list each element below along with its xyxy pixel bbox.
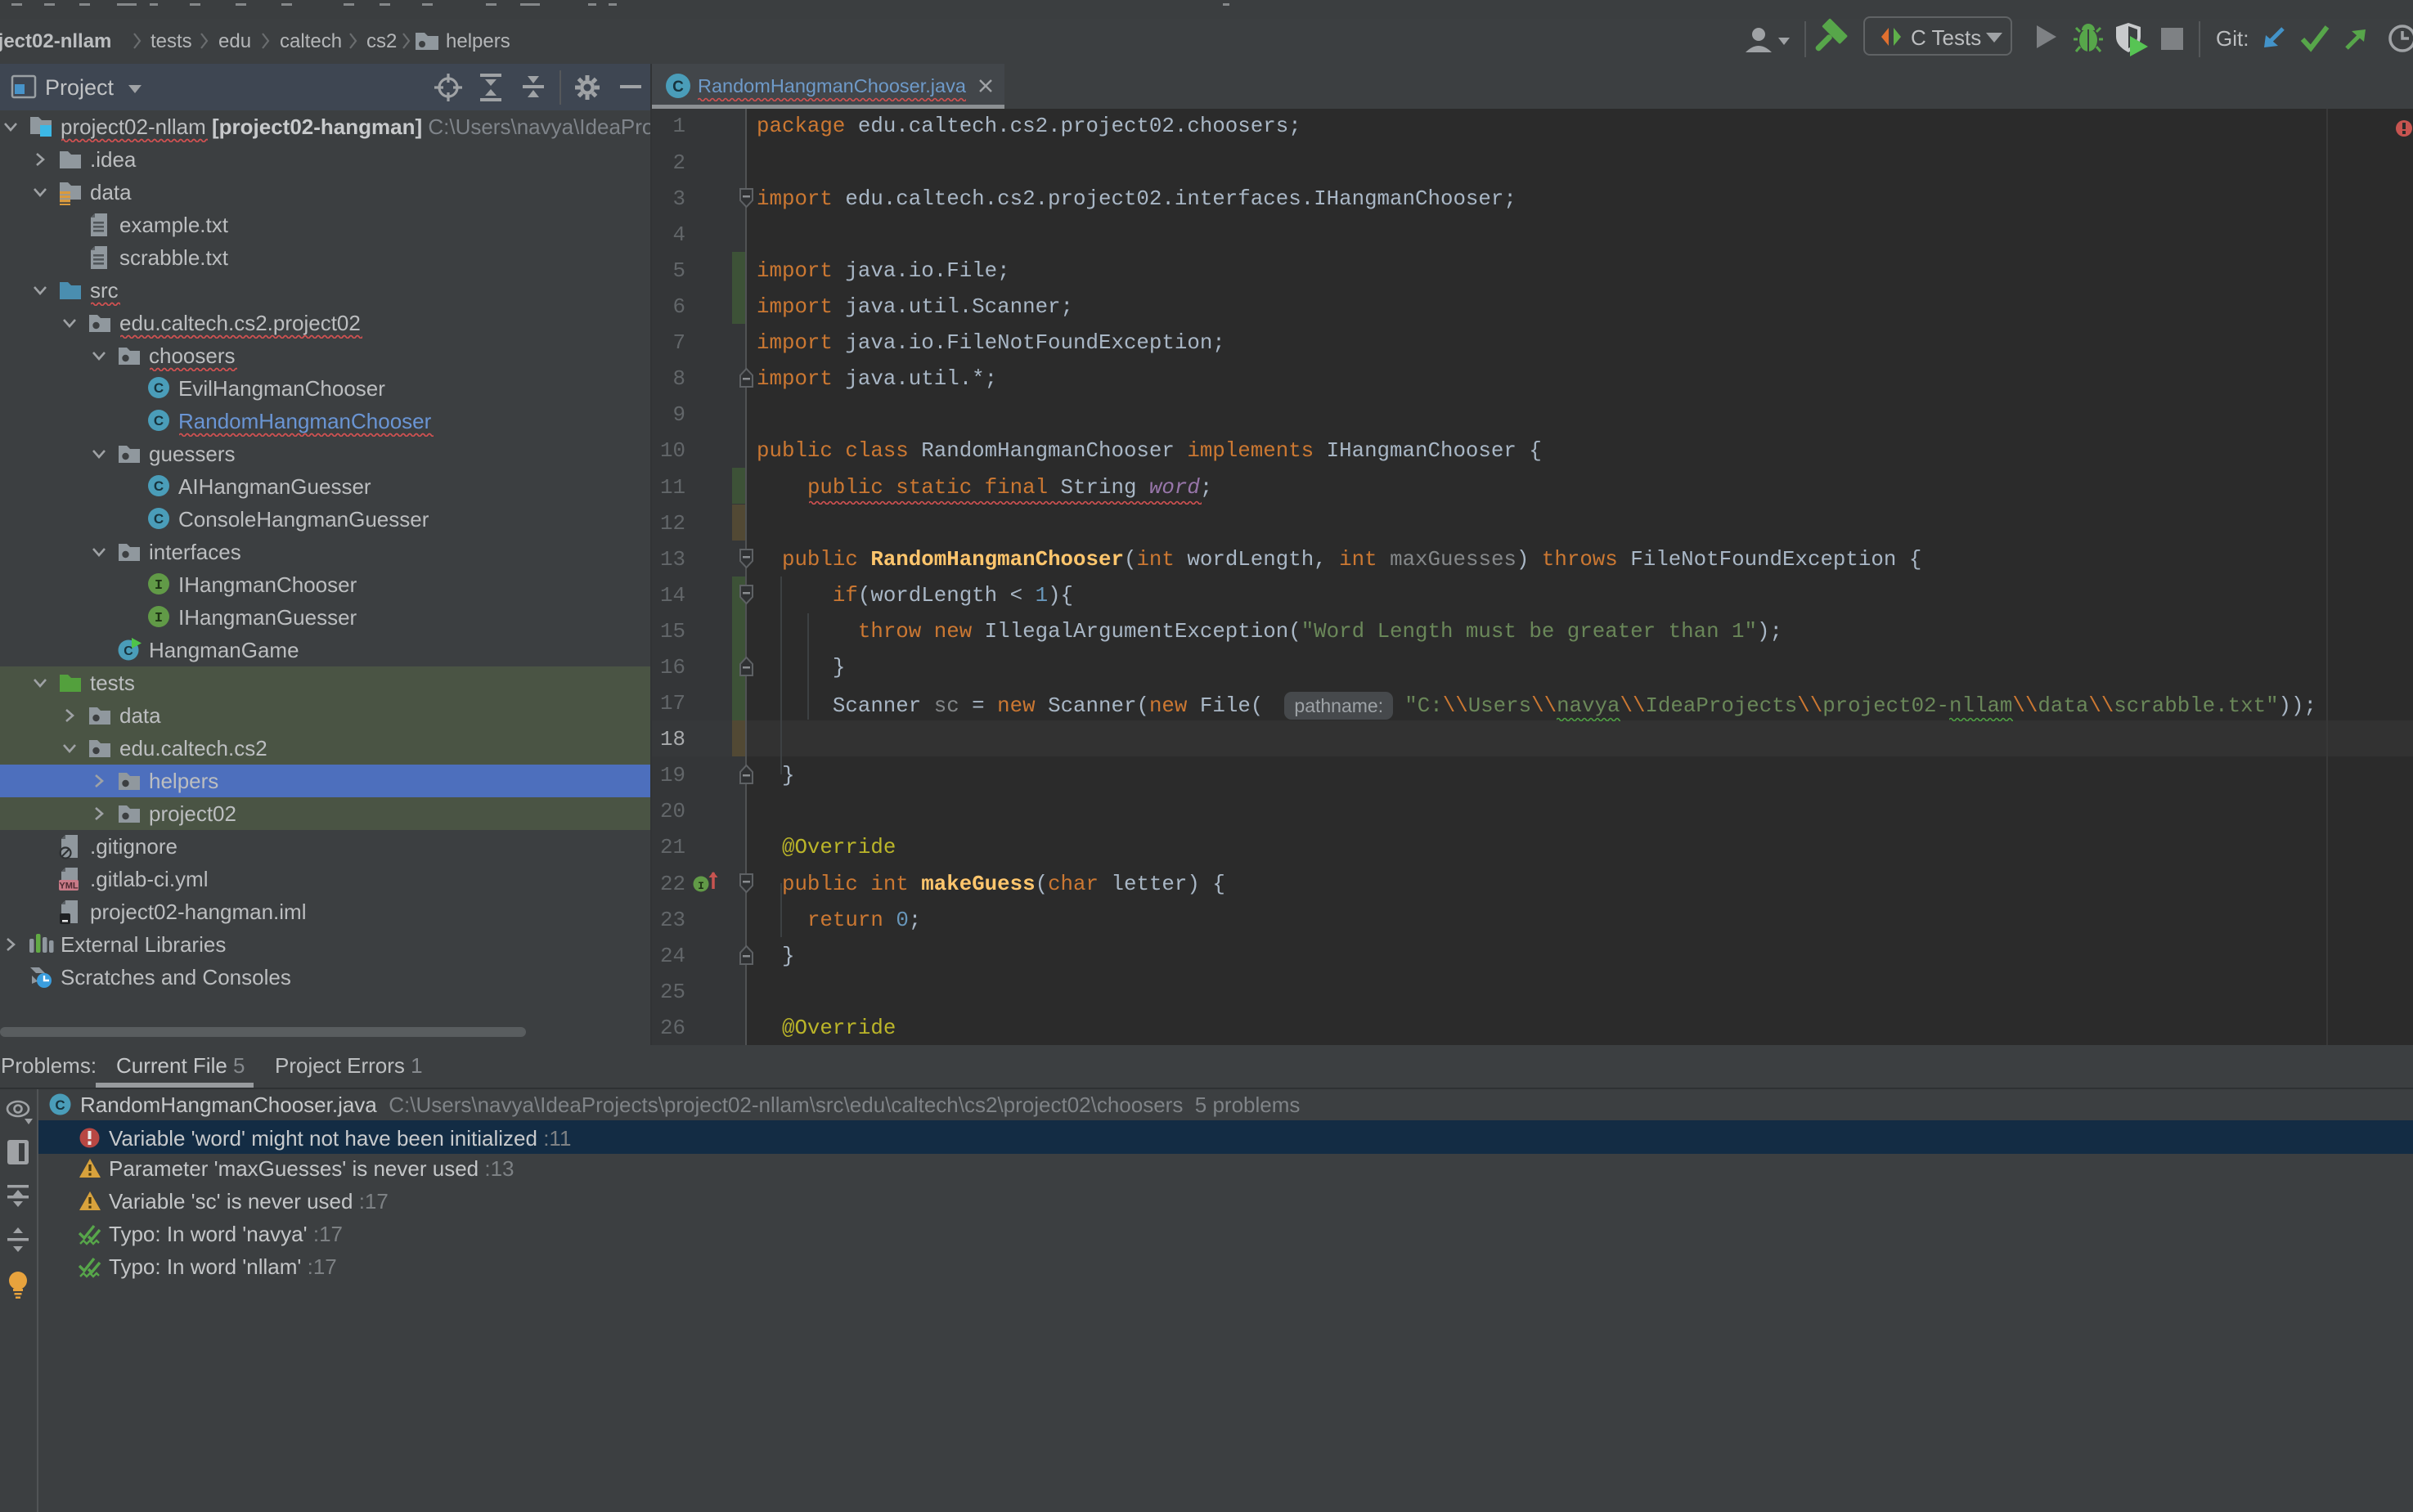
svg-text:I: I [155,578,163,594]
svg-text:I: I [155,611,163,626]
svg-text:C: C [55,1097,65,1113]
svg-text:C: C [154,478,164,494]
svg-text:YML: YML [59,882,79,891]
svg-text:C: C [154,413,164,428]
svg-text:C: C [672,79,684,96]
svg-text:C: C [154,511,164,527]
svg-text:I: I [698,880,704,892]
svg-text:C: C [154,380,164,396]
